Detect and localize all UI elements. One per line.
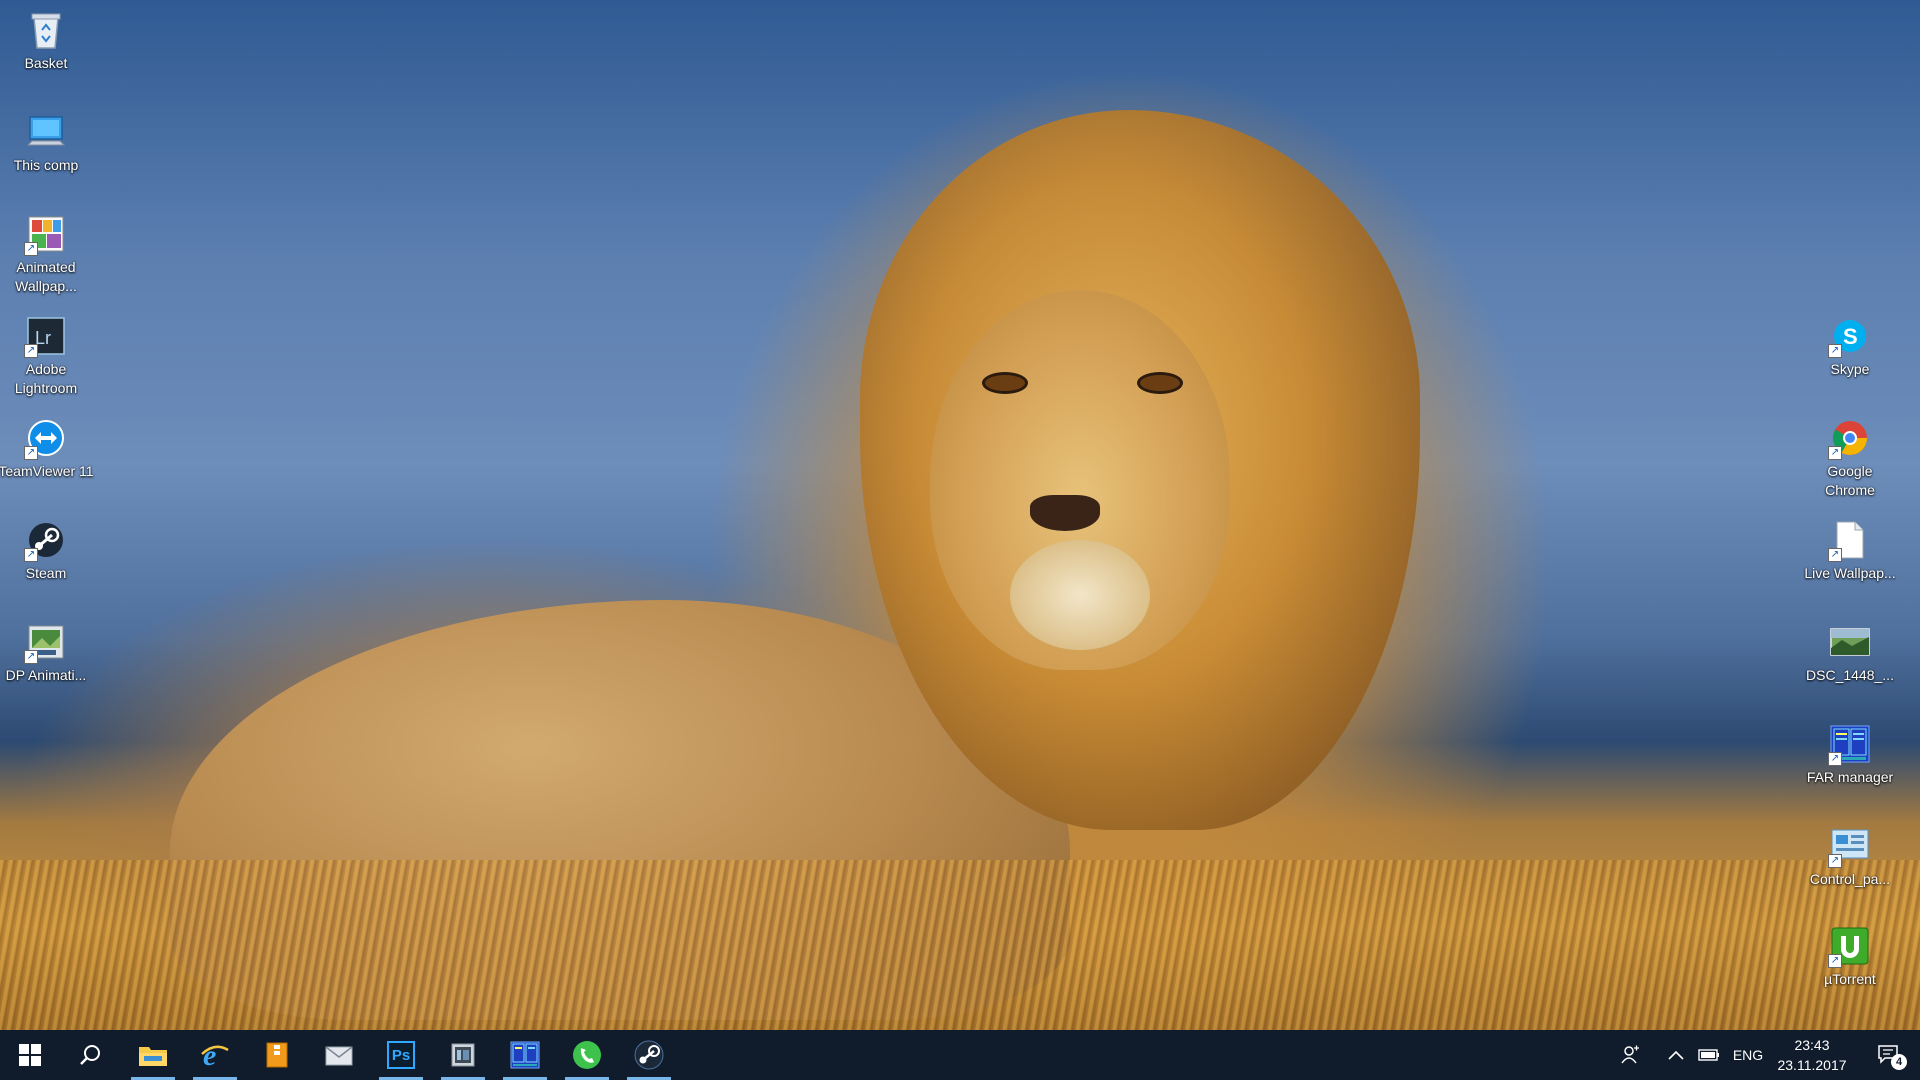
film-icon [451,1043,475,1067]
desktop-icon-live-wallpaper[interactable]: ↗ Live Wallpap... [1802,514,1898,610]
desktop-icon-dp-animation[interactable]: ↗ DP Animati... [0,616,94,712]
desktop-icon-teamviewer[interactable]: ↗ TeamViewer 11 [0,412,94,508]
clock-date: 23.11.2017 [1777,1057,1847,1073]
desktop-icon-animated-wallpaper[interactable]: ↗ Animated Wallpap... [0,208,94,304]
action-center-button[interactable]: 4 [1864,1030,1914,1080]
desktop-icon-label: Basket [24,55,68,71]
desktop-icon-label: Steam [25,565,67,581]
file-explorer-button[interactable] [127,1030,179,1080]
desktop-icon-label: DP Animati... [5,667,87,683]
ie-icon: e [201,1040,229,1070]
wallpaper-grass [0,860,1920,1030]
notification-icon: 4 [1877,1044,1907,1070]
search-button[interactable] [64,1030,116,1080]
start-button[interactable] [4,1030,56,1080]
wallpaper-lion-eye [1140,375,1180,391]
desktop-icon-dsc-photo[interactable]: DSC_1448_... [1802,616,1898,712]
mail-app-button[interactable] [313,1030,365,1080]
far-manager-taskbar-button[interactable] [499,1030,551,1080]
photo-thumbnail-icon [1828,622,1872,662]
desktop-icon-utorrent[interactable]: ↗ µTorrent [1802,920,1898,1016]
far-manager-icon [510,1041,540,1069]
teamviewer-icon: ↗ [24,418,68,460]
skype-icon: S ↗ [1828,316,1872,358]
lightroom-icon: Lr ↗ [24,316,68,358]
people-button[interactable] [1616,1030,1646,1080]
desktop-icon-basket[interactable]: Basket [0,4,94,100]
phone-app-button[interactable] [561,1030,613,1080]
clock-time: 23:43 [1794,1037,1830,1053]
show-hidden-icons-button[interactable] [1663,1030,1689,1080]
computer-icon [24,112,68,152]
recycle-bin-icon [24,10,68,50]
desktop-icon-label: FAR manager [1806,769,1894,785]
search-icon [80,1045,100,1065]
desktop-icon-steam[interactable]: ↗ Steam [0,514,94,610]
folder-icon [139,1047,167,1066]
archive-app-button[interactable] [251,1030,303,1080]
wallpaper-lion-eye [985,375,1025,391]
desktop-icon-label: TeamViewer 11 [0,463,94,479]
archive-icon [266,1042,288,1068]
photoshop-icon: Ps [387,1041,415,1069]
desktop-icon-label: µTorrent [1824,971,1876,987]
control-panel-icon: ↗ [1828,826,1872,868]
desktop-icon-control-panel[interactable]: ↗ Control_pa... [1802,820,1898,916]
dp-animation-icon: ↗ [24,622,68,664]
phone-icon [573,1041,601,1069]
desktop-icon-this-computer[interactable]: This comp [0,106,94,202]
mail-icon [325,1046,353,1066]
clock[interactable]: 23:43 23.11.2017 [1769,1030,1855,1080]
wallpaper-lion-nose [1030,495,1100,531]
desktop-icon-label: DSC_1448_... [1806,667,1894,683]
desktop-icon-label: Google Chrome [1825,463,1875,498]
desktop-icon-label: Adobe Lightroom [14,361,78,396]
battery-icon [1698,1049,1719,1061]
desktop-icon-label: Animated Wallpap... [15,259,77,294]
desktop-icon-label: This comp [13,157,79,173]
battery-button[interactable] [1696,1030,1722,1080]
svg-text:S: S [1843,324,1858,349]
document-icon: ↗ [1828,520,1872,562]
desktop-icon-far-manager[interactable]: ↗ FAR manager [1802,718,1898,814]
windows-logo-icon [19,1044,41,1066]
photoshop-button[interactable]: Ps [375,1030,427,1080]
notification-count-badge: 4 [1891,1054,1907,1070]
language-label: ENG [1732,1047,1764,1063]
desktop: Basket This comp ↗ Animated Wallpap... L… [0,0,1920,1030]
far-manager-icon: ↗ [1828,724,1872,766]
svg-text:e: e [203,1040,216,1070]
people-icon [1621,1045,1639,1064]
internet-explorer-button[interactable]: e [189,1030,241,1080]
desktop-icon-label: Skype [1830,361,1870,377]
taskbar: e Ps ENG 23:43 23.11.2017 4 [0,1030,1920,1080]
desktop-icon-skype[interactable]: S ↗ Skype [1802,310,1898,406]
steam-icon [634,1040,664,1070]
desktop-icon-google-chrome[interactable]: ↗ Google Chrome [1802,412,1898,508]
language-indicator[interactable]: ENG [1730,1030,1766,1080]
media-app-button[interactable] [437,1030,489,1080]
desktop-icon-label: Live Wallpap... [1804,565,1896,581]
desktop-icon-adobe-lightroom[interactable]: Lr ↗ Adobe Lightroom [0,310,94,406]
chrome-icon: ↗ [1828,418,1872,460]
desktop-icon-label: Control_pa... [1809,871,1891,887]
wallpaper-lion-muzzle [1010,540,1150,650]
animated-wallpaper-icon: ↗ [24,214,68,256]
photoshop-icon-text: Ps [391,1046,411,1064]
utorrent-icon: ↗ [1828,926,1872,968]
steam-taskbar-button[interactable] [623,1030,675,1080]
chevron-up-icon [1668,1050,1684,1060]
steam-icon: ↗ [24,520,68,562]
